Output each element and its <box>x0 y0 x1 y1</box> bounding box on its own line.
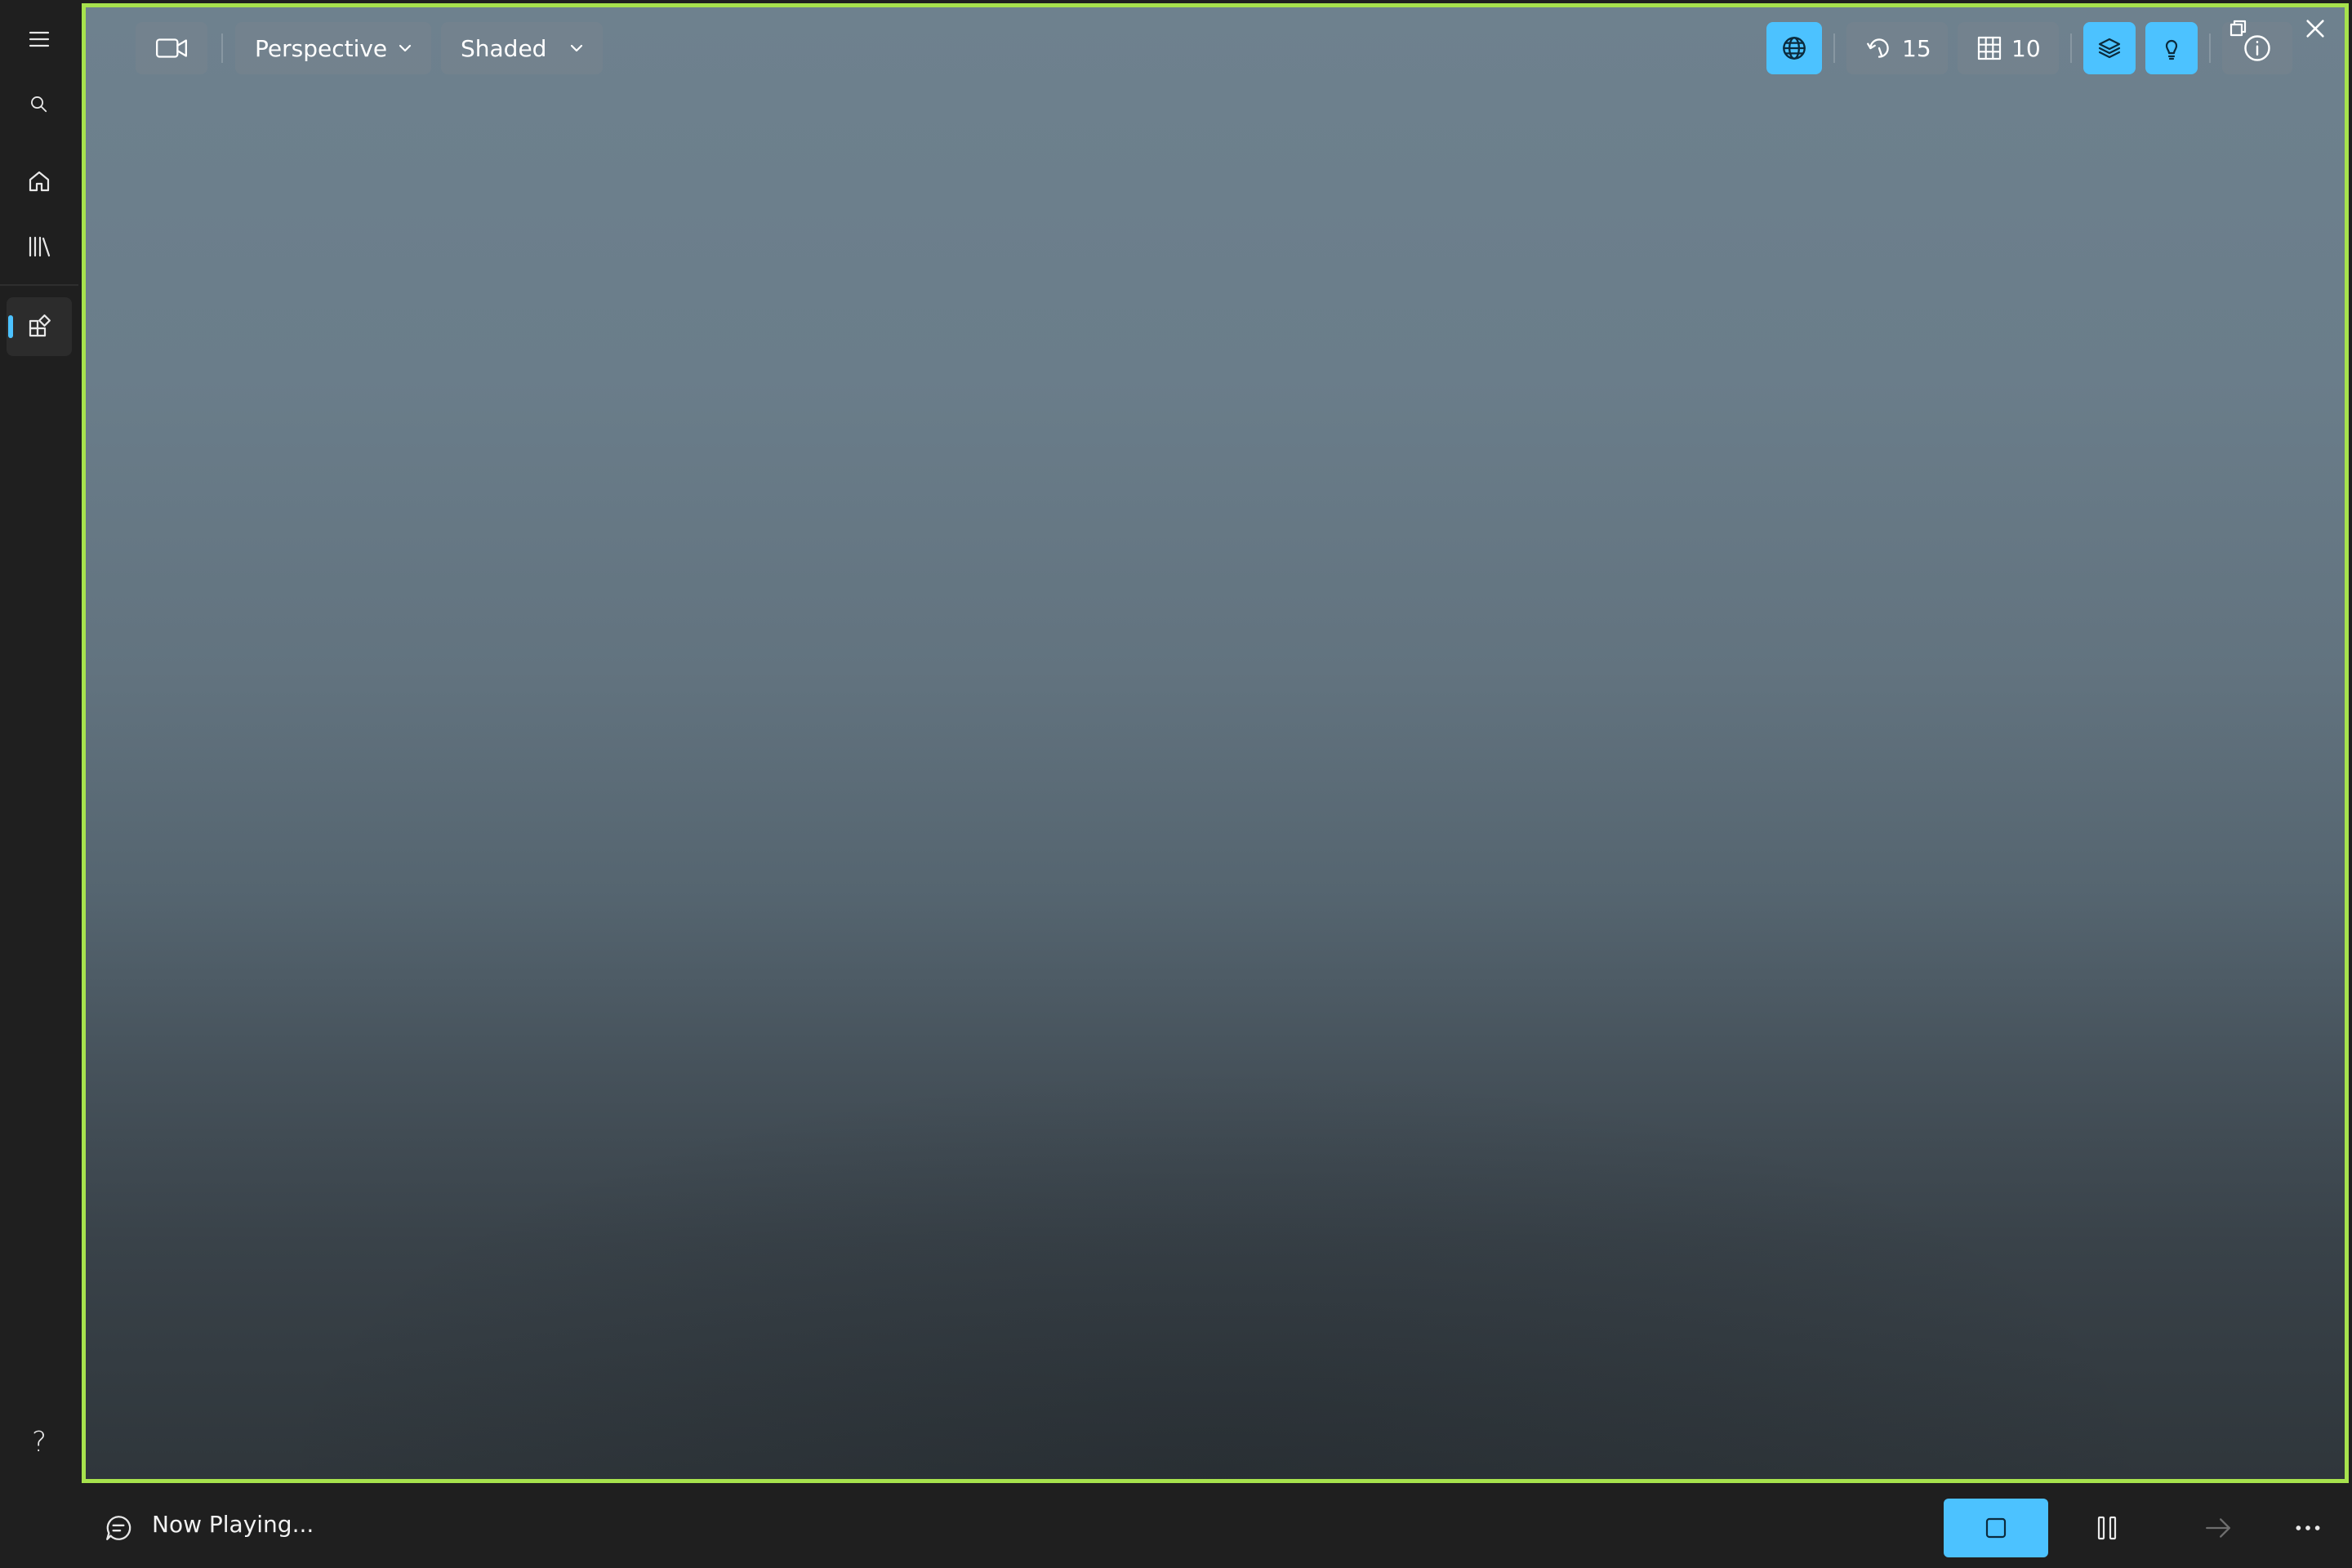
menu-button[interactable] <box>7 10 72 69</box>
hamburger-menu-icon <box>29 31 50 47</box>
projection-dropdown[interactable]: Perspective <box>235 22 431 74</box>
toolbar-separator <box>2209 33 2211 63</box>
grid-icon <box>1977 36 2002 60</box>
active-indicator <box>8 315 13 338</box>
pause-icon <box>2097 1516 2117 1540</box>
lighting-toggle[interactable] <box>2145 22 2198 74</box>
restore-button[interactable] <box>2229 19 2248 42</box>
scene-tools-button[interactable] <box>7 297 72 356</box>
shading-selected: Shaded <box>461 34 547 62</box>
help-icon: ? <box>31 1426 47 1459</box>
now-playing-text: Now Playing... <box>152 1511 314 1538</box>
viewport-shade <box>86 7 2345 1479</box>
scene-viewport[interactable]: Perspective Shaded 15 10 <box>82 3 2349 1483</box>
rail-divider <box>0 284 78 286</box>
settings-area <box>16 1503 62 1552</box>
chat-icon <box>106 1516 131 1540</box>
more-icon <box>2296 1526 2320 1530</box>
camera-button[interactable] <box>136 22 207 74</box>
world-space-toggle[interactable] <box>1766 22 1822 74</box>
close-icon <box>2306 20 2324 38</box>
chat-button[interactable] <box>98 1508 139 1548</box>
search-button[interactable] <box>7 75 72 134</box>
next-button[interactable] <box>2189 1499 2247 1557</box>
video-camera-icon <box>155 38 188 58</box>
nav-rail: ? <box>0 0 78 1568</box>
toolbar-separator <box>1833 33 1835 63</box>
library-button[interactable] <box>7 217 72 276</box>
home-button[interactable] <box>7 152 72 211</box>
stop-icon <box>1985 1517 2007 1539</box>
toolbar-separator <box>2070 33 2072 63</box>
layers-toggle[interactable] <box>2083 22 2136 74</box>
home-icon <box>29 171 50 192</box>
layers-icon <box>2098 38 2121 59</box>
grid-snap-button[interactable]: 10 <box>1958 22 2059 74</box>
apps-add-icon <box>29 314 51 337</box>
arrow-right-icon <box>2206 1518 2230 1538</box>
globe-icon <box>1783 37 1806 60</box>
rotation-snap-value: 15 <box>1902 34 1931 62</box>
search-icon <box>31 96 47 113</box>
chevron-down-icon <box>399 44 412 52</box>
close-button[interactable] <box>2304 17 2327 43</box>
chevron-down-icon <box>570 44 583 52</box>
app-window: ? Perspective Shaded 15 10 Now Playing..… <box>0 0 2352 1568</box>
help-button[interactable]: ? <box>7 1413 72 1472</box>
rotation-snap-button[interactable]: 15 <box>1846 22 1948 74</box>
lightbulb-icon <box>2165 39 2178 60</box>
stop-button[interactable] <box>1944 1499 2048 1557</box>
grid-snap-value: 10 <box>2011 34 2041 62</box>
bottom-bar: Now Playing... <box>0 1486 2352 1568</box>
toolbar-separator <box>221 33 223 63</box>
more-button[interactable] <box>2278 1499 2337 1557</box>
rotate-snap-icon <box>1867 38 1889 58</box>
restore-icon <box>2230 20 2247 37</box>
projection-selected: Perspective <box>255 34 388 62</box>
pause-button[interactable] <box>2078 1499 2136 1557</box>
library-icon <box>29 236 51 257</box>
shading-dropdown[interactable]: Shaded <box>441 22 603 74</box>
